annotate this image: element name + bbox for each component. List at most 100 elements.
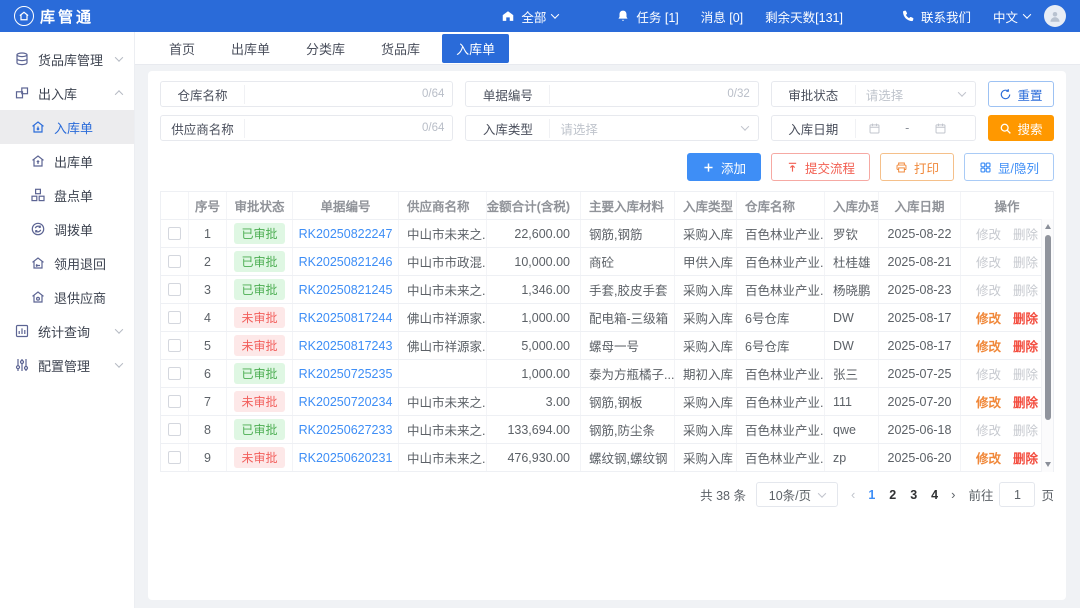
row-checkbox[interactable] <box>168 255 181 268</box>
brand-name: 库管通 <box>40 6 94 27</box>
row-checkbox[interactable] <box>168 395 181 408</box>
row-checkbox[interactable] <box>168 339 181 352</box>
sidebar-item-requisition-return[interactable]: 领用退回 <box>0 246 134 280</box>
table-row[interactable]: 2 已审批 RK20250821246 中山市市政混... 10,000.00 … <box>161 248 1053 276</box>
edit-link: 修改 <box>976 224 1001 243</box>
edit-link[interactable]: 修改 <box>976 448 1001 467</box>
sidebar-item-in-out[interactable]: 出入库 <box>0 76 134 110</box>
table-row[interactable]: 3 已审批 RK20250821245 中山市未来之... 1,346.00 手… <box>161 276 1053 304</box>
table-row[interactable]: 1 已审批 RK20250822247 中山市未来之... 22,600.00 … <box>161 220 1053 248</box>
warehouse-name-input[interactable] <box>245 87 422 101</box>
language-selector[interactable]: 中文 <box>993 7 1030 26</box>
date-cell: 2025-08-21 <box>879 248 961 275</box>
search-button[interactable]: 搜索 <box>988 115 1054 141</box>
scroll-up-arrow[interactable] <box>1045 224 1051 229</box>
sidebar-item-label: 配置管理 <box>38 356 116 375</box>
page-1[interactable]: 1 <box>868 488 875 502</box>
doc-no-link[interactable]: RK20250817243 <box>299 339 393 353</box>
sidebar-item-outbound-order[interactable]: 出库单 <box>0 144 134 178</box>
app-logo[interactable]: 库管通 <box>14 6 94 27</box>
contact-us[interactable]: 联系我们 <box>901 7 971 26</box>
row-checkbox[interactable] <box>168 227 181 240</box>
doc-no-link[interactable]: RK20250620231 <box>299 451 393 465</box>
table-row[interactable]: 7 未审批 RK20250720234 中山市未来之... 3.00 钢筋,钢板… <box>161 388 1053 416</box>
table-row[interactable]: 4 未审批 RK20250817244 佛山市祥源家... 1,000.00 配… <box>161 304 1053 332</box>
table-row[interactable]: 5 未审批 RK20250817243 佛山市祥源家... 5,000.00 螺… <box>161 332 1053 360</box>
approval-status-select[interactable]: 请选择 <box>856 85 975 104</box>
table-row[interactable]: 9 未审批 RK20250620231 中山市未来之... 476,930.00… <box>161 444 1053 472</box>
row-checkbox[interactable] <box>168 311 181 324</box>
coins-icon <box>14 51 30 67</box>
sidebar-nav: 货品库管理出入库入库单出库单盘点单调拨单领用退回退供应商统计查询配置管理 <box>0 32 135 608</box>
add-button[interactable]: 添加 <box>687 153 761 181</box>
tab-category[interactable]: 分类库 <box>292 34 359 63</box>
row-index: 1 <box>189 220 227 247</box>
page-2[interactable]: 2 <box>889 488 896 502</box>
supplier-cell: 中山市未来之... <box>399 220 487 247</box>
table-row[interactable]: 6 已审批 RK20250725235 1,000.00 泰为方瓶橘子... 期… <box>161 360 1053 388</box>
scope-selector[interactable]: 全部 <box>501 7 558 26</box>
table-row[interactable]: 8 已审批 RK20250627233 中山市未来之... 133,694.00… <box>161 416 1053 444</box>
sidebar-item-return-supplier[interactable]: 退供应商 <box>0 280 134 314</box>
doc-no-link[interactable]: RK20250725235 <box>299 367 393 381</box>
filter-form: 仓库名称 0/64 单据编号 0/32 审批状态 请选择 <box>160 81 1054 141</box>
scrollbar-thumb[interactable] <box>1045 235 1051 420</box>
sidebar-item-label: 出入库 <box>38 84 116 103</box>
page-3[interactable]: 3 <box>910 488 917 502</box>
goto-page-input[interactable] <box>999 482 1035 507</box>
sidebar-item-config-mgmt[interactable]: 配置管理 <box>0 348 134 382</box>
supplier-name-input[interactable] <box>245 121 422 135</box>
table-scrollbar <box>1041 219 1053 472</box>
prev-page-arrow: ‹ <box>848 487 858 502</box>
print-button[interactable]: 打印 <box>880 153 954 181</box>
user-avatar[interactable] <box>1044 5 1066 27</box>
doc-no-link[interactable]: RK20250720234 <box>299 395 393 409</box>
sidebar-item-transfer-order[interactable]: 调拨单 <box>0 212 134 246</box>
edit-link: 修改 <box>976 252 1001 271</box>
person-icon <box>1048 9 1062 23</box>
sidebar-item-inbound-order[interactable]: 入库单 <box>0 110 134 144</box>
row-index: 7 <box>189 388 227 415</box>
doc-no-link[interactable]: RK20250821245 <box>299 283 393 297</box>
inbound-type-cell: 甲供入库 <box>675 248 737 275</box>
tab-goods[interactable]: 货品库 <box>367 34 434 63</box>
delete-link[interactable]: 删除 <box>1013 448 1038 467</box>
edit-link: 修改 <box>976 280 1001 299</box>
show-hide-columns-button[interactable]: 显/隐列 <box>964 153 1054 181</box>
row-checkbox[interactable] <box>168 367 181 380</box>
supplier-cell <box>399 360 487 387</box>
doc-no-link[interactable]: RK20250627233 <box>299 423 393 437</box>
doc-no-input[interactable] <box>550 87 727 101</box>
page-size-select[interactable]: 10条/页 <box>756 482 838 507</box>
doc-no-link[interactable]: RK20250821246 <box>299 255 393 269</box>
sidebar-item-stocktake-order[interactable]: 盘点单 <box>0 178 134 212</box>
row-checkbox[interactable] <box>168 423 181 436</box>
delete-link[interactable]: 删除 <box>1013 336 1038 355</box>
tasks-item[interactable]: 任务 [1] <box>616 7 678 26</box>
edit-link[interactable]: 修改 <box>976 308 1001 327</box>
tab-inbound[interactable]: 入库单 <box>442 34 509 63</box>
doc-no-link[interactable]: RK20250822247 <box>299 227 393 241</box>
materials-cell: 商砼 <box>581 248 675 275</box>
page-4[interactable]: 4 <box>931 488 938 502</box>
submit-flow-button[interactable]: 提交流程 <box>771 153 870 181</box>
reset-button[interactable]: 重置 <box>988 81 1054 107</box>
tab-home[interactable]: 首页 <box>155 34 209 63</box>
calendar-icon[interactable] <box>934 122 947 135</box>
edit-link[interactable]: 修改 <box>976 392 1001 411</box>
messages-item[interactable]: 消息 [0] <box>701 7 743 26</box>
row-checkbox[interactable] <box>168 451 181 464</box>
scroll-down-arrow[interactable] <box>1045 462 1051 467</box>
doc-no-link[interactable]: RK20250817244 <box>299 311 393 325</box>
sidebar-item-goods-mgmt[interactable]: 货品库管理 <box>0 42 134 76</box>
sidebar-item-stats-query[interactable]: 统计查询 <box>0 314 134 348</box>
refresh-icon <box>999 88 1012 101</box>
delete-link[interactable]: 删除 <box>1013 392 1038 411</box>
delete-link[interactable]: 删除 <box>1013 308 1038 327</box>
row-checkbox[interactable] <box>168 283 181 296</box>
edit-link[interactable]: 修改 <box>976 336 1001 355</box>
inbound-type-select[interactable]: 请选择 <box>550 119 757 138</box>
tab-outbound[interactable]: 出库单 <box>217 34 284 63</box>
calendar-icon[interactable] <box>868 122 881 135</box>
next-page-arrow[interactable]: › <box>948 487 958 502</box>
